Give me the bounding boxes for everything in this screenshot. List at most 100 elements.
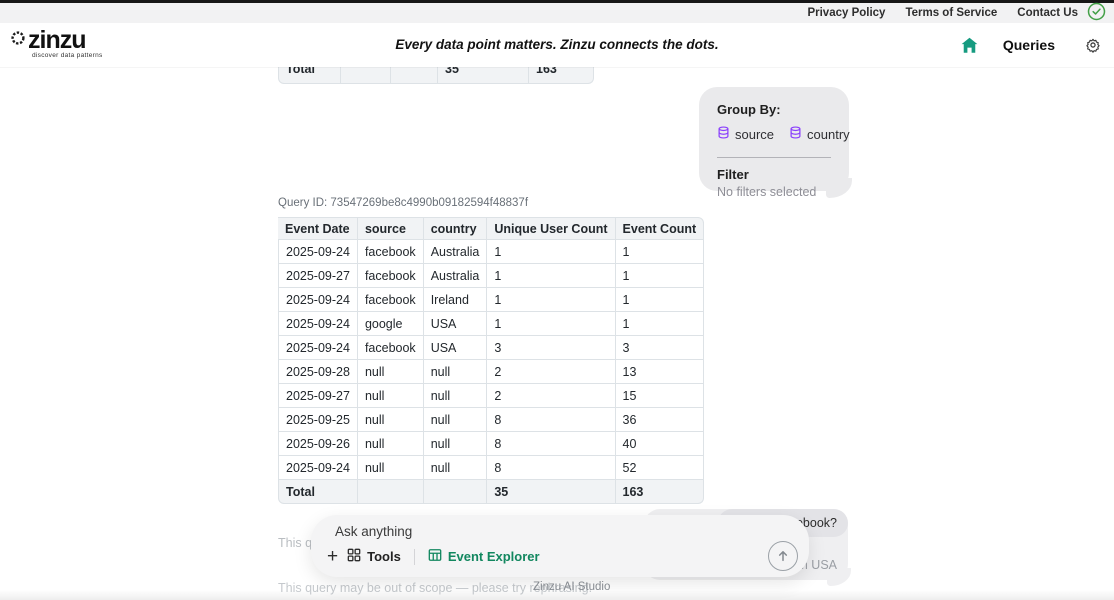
composer-toolbar: + Tools [325,548,795,565]
cell-event-count: 1 [616,240,705,264]
cell-source: facebook [358,288,424,312]
cell-source: null [358,360,424,384]
group-by-chip-label: source [735,127,774,142]
utility-link[interactable]: Privacy Policy [807,7,885,19]
header: Privacy Policy Terms of Service Contact Us… [0,0,1114,67]
cell-event-count: 3 [616,336,705,360]
cell-country: Ireland [424,288,488,312]
cell-source: null [358,384,424,408]
query-id: Query ID: 73547269be8c4990b09182594f4883… [278,197,528,209]
cell-unique-user-count: 1 [487,288,615,312]
cell-country: null [424,360,488,384]
table-row: 2025-09-24 facebook USA 3 3 [278,336,704,360]
cell-unique-user-count: 1 [487,240,615,264]
table-icon [428,548,442,565]
cell-country: Australia [424,264,488,288]
utility-link[interactable]: Contact Us [1017,7,1078,19]
ask-composer: + Tools [311,515,809,577]
studio-brand: Zinzu AI Studio [533,581,610,593]
cell-event-count: 52 [616,456,705,480]
status-check-icon [1087,2,1106,21]
cell-source: null [358,456,424,480]
utility-link-bar: Privacy Policy Terms of Service Contact Us [0,3,1114,23]
ask-input[interactable] [325,524,655,539]
home-icon[interactable] [959,35,980,56]
table-row: 2025-09-25 null null 8 36 [278,408,704,432]
column-header: source [358,217,424,240]
event-explorer-label: Event Explorer [448,549,540,564]
event-explorer-button[interactable]: Event Explorer [428,548,540,565]
cell-source: facebook [358,264,424,288]
cell-event-date: 2025-09-24 [278,288,358,312]
site-tagline: Every data point matters. Zinzu connects… [0,37,1114,52]
total-unique-users: 35 [487,480,615,504]
column-header: Unique User Count [487,217,615,240]
filter-status: No filters selected [717,185,831,199]
cell-event-count: 15 [616,384,705,408]
group-by-chip[interactable]: source [717,126,774,142]
cell-event-date: 2025-09-24 [278,240,358,264]
cell-country: USA [424,312,488,336]
header-nav: Queries [959,23,1101,67]
nav-queries-label[interactable]: Queries [1003,37,1055,53]
table-row: 2025-09-24 null null 8 52 [278,456,704,480]
group-by-panel-tail [826,178,852,198]
cell-unique-user-count: 8 [487,432,615,456]
group-by-chip[interactable]: country [789,126,850,142]
group-by-chip-label: country [807,127,850,142]
table-total-row: Total 35 163 [278,480,704,504]
results-header-row: Event DatesourcecountryUnique User Count… [278,217,704,240]
main-header: zinzu discover data patterns Every data … [0,23,1114,67]
utility-link[interactable]: Terms of Service [905,7,997,19]
cell-unique-user-count: 2 [487,384,615,408]
cell-source: null [358,432,424,456]
group-by-panel: Group By: source [699,87,849,191]
logo-tagline: discover data patterns [32,52,103,59]
total-events: 163 [616,480,705,504]
tools-label: Tools [367,549,401,564]
cell-source: facebook [358,336,424,360]
cell-event-date: 2025-09-27 [278,264,358,288]
cell-event-count: 40 [616,432,705,456]
table-row: 2025-09-24 google USA 1 1 [278,312,704,336]
cell-source: google [358,312,424,336]
cell-country: Australia [424,240,488,264]
cell-country: null [424,384,488,408]
group-by-items: source country [717,126,831,142]
cell-unique-user-count: 1 [487,264,615,288]
cell-event-count: 1 [616,288,705,312]
tools-button[interactable]: Tools [347,548,401,565]
grid-icon [347,548,361,565]
filter-title: Filter [717,167,831,182]
table-row: 2025-09-26 null null 8 40 [278,432,704,456]
cell-event-date: 2025-09-24 [278,456,358,480]
settings-gear-icon[interactable] [1085,37,1101,53]
database-icon [717,126,730,142]
cell-event-count: 1 [616,264,705,288]
column-header: Event Count [616,217,705,240]
total-label: Total [278,480,358,504]
cell-event-count: 1 [616,312,705,336]
table-row: 2025-09-27 facebook Australia 1 1 [278,264,704,288]
column-header: country [424,217,488,240]
send-button[interactable] [768,541,798,571]
cell-event-date: 2025-09-28 [278,360,358,384]
cell-event-date: 2025-09-24 [278,312,358,336]
cell-country: null [424,456,488,480]
table-row: 2025-09-24 facebook Australia 1 1 [278,240,704,264]
cell-event-count: 13 [616,360,705,384]
cell-unique-user-count: 2 [487,360,615,384]
cell-event-date: 2025-09-24 [278,336,358,360]
table-row: 2025-09-28 null null 2 13 [278,360,704,384]
cell-source: null [358,408,424,432]
table-row: 2025-09-27 null null 2 15 [278,384,704,408]
app-root: Total 35 163 Privacy Policy Terms of Serv… [0,0,1114,600]
add-attachment-icon[interactable]: + [327,549,338,565]
group-by-title: Group By: [717,102,831,117]
cell-unique-user-count: 8 [487,456,615,480]
cell-country: USA [424,336,488,360]
cell-unique-user-count: 1 [487,312,615,336]
cell-country: null [424,408,488,432]
cell-unique-user-count: 3 [487,336,615,360]
database-icon [789,126,802,142]
